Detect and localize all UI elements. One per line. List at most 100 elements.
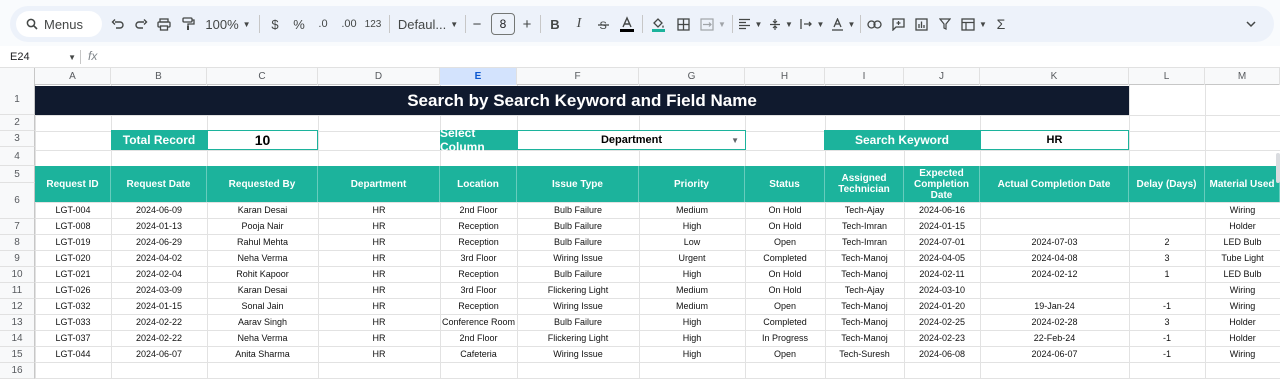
search-keyword-input[interactable]: HR bbox=[980, 130, 1129, 150]
row-header[interactable]: 3 bbox=[0, 131, 35, 147]
table-cell[interactable]: Completed bbox=[745, 314, 825, 330]
table-cell[interactable]: Wiring bbox=[1205, 282, 1280, 298]
table-cell[interactable]: 19-Jan-24 bbox=[980, 298, 1129, 314]
table-row[interactable]: LGT-033 2024-02-22 Aarav Singh HR Conference… bbox=[35, 314, 1280, 330]
table-row[interactable]: LGT-037 2024-02-22 Neha Verma HR 2nd Floor Fl… bbox=[35, 330, 1280, 346]
table-cell[interactable]: HR bbox=[318, 314, 440, 330]
table-cell[interactable]: Tech-Manoj bbox=[825, 266, 904, 282]
row-header[interactable]: 7 bbox=[0, 219, 35, 235]
table-cell[interactable]: Open bbox=[745, 234, 825, 250]
font-size-input[interactable]: 8 bbox=[491, 13, 515, 35]
column-header[interactable]: G bbox=[639, 68, 745, 85]
table-cell[interactable]: 2024-02-22 bbox=[111, 330, 207, 346]
table-cell[interactable]: -1 bbox=[1129, 330, 1205, 346]
column-header[interactable]: C bbox=[207, 68, 318, 85]
table-cell[interactable]: High bbox=[639, 330, 745, 346]
column-header[interactable]: D bbox=[318, 68, 440, 85]
table-cell[interactable]: 2 bbox=[1129, 234, 1205, 250]
table-cell[interactable]: 2024-03-10 bbox=[904, 282, 980, 298]
table-cell[interactable]: HR bbox=[318, 266, 440, 282]
table-cell[interactable]: 3rd Floor bbox=[440, 282, 517, 298]
column-header[interactable]: E bbox=[440, 68, 517, 85]
column-header[interactable]: B bbox=[111, 68, 207, 85]
table-cell[interactable]: 2024-06-08 bbox=[904, 346, 980, 362]
print-icon[interactable] bbox=[155, 6, 173, 42]
table-cell[interactable]: HR bbox=[318, 250, 440, 266]
undo-icon[interactable] bbox=[108, 6, 126, 42]
table-cell[interactable]: LGT-044 bbox=[35, 346, 111, 362]
table-cell[interactable]: Urgent bbox=[639, 250, 745, 266]
name-box[interactable]: E24 ▼ bbox=[10, 49, 76, 65]
table-cell[interactable]: 2024-02-22 bbox=[111, 314, 207, 330]
table-cell[interactable]: Sonal Jain bbox=[207, 298, 318, 314]
table-cell[interactable]: Neha Verma bbox=[207, 250, 318, 266]
table-cell[interactable]: LGT-008 bbox=[35, 218, 111, 234]
currency-format-button[interactable]: $ bbox=[267, 6, 283, 42]
table-cell[interactable]: Bulb Failure bbox=[517, 314, 639, 330]
paint-format-icon[interactable] bbox=[179, 6, 197, 42]
table-cell[interactable]: 2024-01-15 bbox=[111, 298, 207, 314]
redo-icon[interactable] bbox=[132, 6, 150, 42]
table-cell[interactable]: Wiring bbox=[1205, 298, 1280, 314]
row-header[interactable]: 9 bbox=[0, 251, 35, 267]
table-row[interactable]: LGT-019 2024-06-29 Rahul Mehta HR Reception B… bbox=[35, 234, 1280, 250]
table-cell[interactable]: HR bbox=[318, 234, 440, 250]
table-cell[interactable]: Anita Sharma bbox=[207, 346, 318, 362]
table-cell[interactable]: HR bbox=[318, 346, 440, 362]
table-cell[interactable] bbox=[980, 218, 1129, 234]
vertical-align-button[interactable]: ▼ bbox=[768, 6, 794, 42]
table-cell[interactable]: On Hold bbox=[745, 202, 825, 218]
column-header[interactable]: I bbox=[825, 68, 904, 85]
table-cell[interactable]: 2024-02-04 bbox=[111, 266, 207, 282]
increase-decimal-button[interactable]: .00 bbox=[338, 6, 360, 42]
table-cell[interactable]: Tech-Manoj bbox=[825, 314, 904, 330]
table-cell[interactable] bbox=[980, 202, 1129, 218]
table-cell[interactable]: Wiring bbox=[1205, 202, 1280, 218]
table-row[interactable]: LGT-026 2024-03-09 Karan Desai HR 3rd Floor F… bbox=[35, 282, 1280, 298]
table-cell[interactable]: 2024-04-05 bbox=[904, 250, 980, 266]
table-cell[interactable]: Holder bbox=[1205, 218, 1280, 234]
borders-button[interactable] bbox=[674, 6, 692, 42]
select-column-dropdown[interactable]: Department ▼ bbox=[517, 130, 746, 150]
total-record-value[interactable]: 10 bbox=[207, 130, 318, 150]
table-cell[interactable]: 2024-02-28 bbox=[980, 314, 1129, 330]
table-cell[interactable]: Reception bbox=[440, 234, 517, 250]
horizontal-align-button[interactable]: ▼ bbox=[737, 6, 763, 42]
table-cell[interactable]: On Hold bbox=[745, 218, 825, 234]
table-cell[interactable]: Bulb Failure bbox=[517, 202, 639, 218]
table-cell[interactable]: Wiring Issue bbox=[517, 346, 639, 362]
table-cell[interactable]: 2024-01-13 bbox=[111, 218, 207, 234]
row-header[interactable]: 4 bbox=[0, 147, 35, 166]
row-header[interactable]: 12 bbox=[0, 299, 35, 315]
table-cell[interactable]: Bulb Failure bbox=[517, 218, 639, 234]
merge-cells-button[interactable]: ▼ bbox=[698, 6, 728, 42]
column-header[interactable]: H bbox=[745, 68, 825, 85]
select-all-corner[interactable] bbox=[0, 68, 35, 85]
percent-format-button[interactable]: % bbox=[291, 6, 307, 42]
table-cell[interactable]: 2024-02-12 bbox=[980, 266, 1129, 282]
italic-button[interactable]: I bbox=[571, 6, 587, 42]
table-cell[interactable]: 2024-04-08 bbox=[980, 250, 1129, 266]
row-header[interactable]: 11 bbox=[0, 283, 35, 299]
table-row[interactable]: LGT-020 2024-04-02 Neha Verma HR 3rd Floor Wi… bbox=[35, 250, 1280, 266]
table-cell[interactable]: In Progress bbox=[745, 330, 825, 346]
table-cell[interactable]: Rahul Mehta bbox=[207, 234, 318, 250]
row-header[interactable]: 13 bbox=[0, 315, 35, 331]
table-cell[interactable]: Bulb Failure bbox=[517, 234, 639, 250]
text-rotation-button[interactable]: ▼ bbox=[830, 6, 856, 42]
table-cell[interactable]: Tech-Manoj bbox=[825, 330, 904, 346]
table-cell[interactable] bbox=[1129, 218, 1205, 234]
table-cell[interactable] bbox=[1129, 282, 1205, 298]
table-row[interactable]: LGT-032 2024-01-15 Sonal Jain HR Reception Wi… bbox=[35, 298, 1280, 314]
table-cell[interactable]: 2024-06-29 bbox=[111, 234, 207, 250]
table-cell[interactable]: Open bbox=[745, 346, 825, 362]
table-cell[interactable]: 2024-06-09 bbox=[111, 202, 207, 218]
table-cell[interactable]: Wiring Issue bbox=[517, 298, 639, 314]
table-cell[interactable]: LED Bulb bbox=[1205, 266, 1280, 282]
table-cell[interactable]: LGT-021 bbox=[35, 266, 111, 282]
table-cell[interactable]: Cafeteria bbox=[440, 346, 517, 362]
table-cell[interactable]: Karan Desai bbox=[207, 282, 318, 298]
column-header[interactable]: K bbox=[980, 68, 1129, 85]
zoom-select[interactable]: 100% ▼ bbox=[205, 6, 251, 42]
table-cell[interactable]: Completed bbox=[745, 250, 825, 266]
